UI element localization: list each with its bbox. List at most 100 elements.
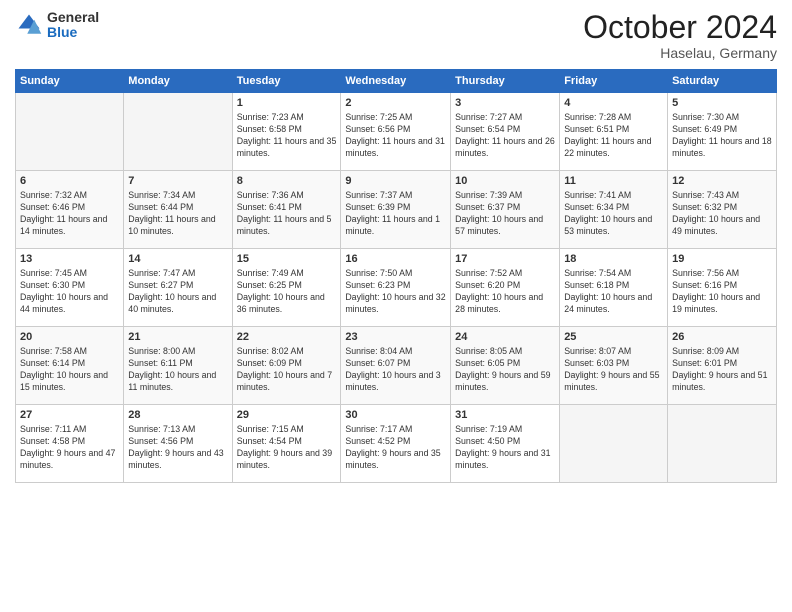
logo: General Blue [15, 10, 99, 41]
day-number: 14 [128, 252, 227, 267]
header-tuesday: Tuesday [232, 70, 341, 93]
calendar-week-row: 6Sunrise: 7:32 AMSunset: 6:46 PMDaylight… [16, 171, 777, 249]
calendar-cell: 6Sunrise: 7:32 AMSunset: 6:46 PMDaylight… [16, 171, 124, 249]
header-friday: Friday [560, 70, 668, 93]
calendar-cell: 20Sunrise: 7:58 AMSunset: 6:14 PMDayligh… [16, 327, 124, 405]
logo-icon [15, 11, 43, 39]
title-area: October 2024 Haselau, Germany [583, 10, 777, 61]
day-number: 1 [237, 96, 337, 111]
day-info: Sunrise: 7:58 AMSunset: 6:14 PMDaylight:… [20, 346, 119, 394]
logo-text: General Blue [47, 10, 99, 41]
day-info: Sunrise: 8:05 AMSunset: 6:05 PMDaylight:… [455, 346, 555, 394]
day-number: 18 [564, 252, 663, 267]
day-info: Sunrise: 7:28 AMSunset: 6:51 PMDaylight:… [564, 112, 663, 160]
day-info: Sunrise: 7:36 AMSunset: 6:41 PMDaylight:… [237, 190, 337, 238]
calendar-cell: 13Sunrise: 7:45 AMSunset: 6:30 PMDayligh… [16, 249, 124, 327]
day-info: Sunrise: 7:54 AMSunset: 6:18 PMDaylight:… [564, 268, 663, 316]
calendar-cell: 28Sunrise: 7:13 AMSunset: 4:56 PMDayligh… [124, 405, 232, 483]
day-number: 21 [128, 330, 227, 345]
day-info: Sunrise: 7:11 AMSunset: 4:58 PMDaylight:… [20, 424, 119, 472]
day-info: Sunrise: 7:34 AMSunset: 6:44 PMDaylight:… [128, 190, 227, 238]
calendar-body: 1Sunrise: 7:23 AMSunset: 6:58 PMDaylight… [16, 93, 777, 483]
day-info: Sunrise: 7:47 AMSunset: 6:27 PMDaylight:… [128, 268, 227, 316]
calendar-week-row: 27Sunrise: 7:11 AMSunset: 4:58 PMDayligh… [16, 405, 777, 483]
logo-general-text: General [47, 10, 99, 25]
day-number: 20 [20, 330, 119, 345]
day-number: 12 [672, 174, 772, 189]
calendar-page: General Blue October 2024 Haselau, Germa… [0, 0, 792, 612]
day-number: 11 [564, 174, 663, 189]
header-wednesday: Wednesday [341, 70, 451, 93]
location-subtitle: Haselau, Germany [583, 45, 777, 61]
calendar-table: Sunday Monday Tuesday Wednesday Thursday… [15, 69, 777, 483]
calendar-cell: 31Sunrise: 7:19 AMSunset: 4:50 PMDayligh… [451, 405, 560, 483]
day-number: 7 [128, 174, 227, 189]
calendar-cell: 22Sunrise: 8:02 AMSunset: 6:09 PMDayligh… [232, 327, 341, 405]
day-number: 8 [237, 174, 337, 189]
header-monday: Monday [124, 70, 232, 93]
day-info: Sunrise: 7:49 AMSunset: 6:25 PMDaylight:… [237, 268, 337, 316]
day-number: 16 [345, 252, 446, 267]
calendar-cell: 8Sunrise: 7:36 AMSunset: 6:41 PMDaylight… [232, 171, 341, 249]
day-number: 9 [345, 174, 446, 189]
day-info: Sunrise: 7:17 AMSunset: 4:52 PMDaylight:… [345, 424, 446, 472]
header-saturday: Saturday [668, 70, 777, 93]
calendar-cell: 7Sunrise: 7:34 AMSunset: 6:44 PMDaylight… [124, 171, 232, 249]
day-number: 4 [564, 96, 663, 111]
day-number: 10 [455, 174, 555, 189]
day-info: Sunrise: 7:27 AMSunset: 6:54 PMDaylight:… [455, 112, 555, 160]
day-number: 13 [20, 252, 119, 267]
calendar-week-row: 13Sunrise: 7:45 AMSunset: 6:30 PMDayligh… [16, 249, 777, 327]
day-number: 3 [455, 96, 555, 111]
day-number: 29 [237, 408, 337, 423]
calendar-cell: 16Sunrise: 7:50 AMSunset: 6:23 PMDayligh… [341, 249, 451, 327]
day-number: 27 [20, 408, 119, 423]
calendar-cell: 17Sunrise: 7:52 AMSunset: 6:20 PMDayligh… [451, 249, 560, 327]
day-info: Sunrise: 7:30 AMSunset: 6:49 PMDaylight:… [672, 112, 772, 160]
day-number: 6 [20, 174, 119, 189]
calendar-cell: 15Sunrise: 7:49 AMSunset: 6:25 PMDayligh… [232, 249, 341, 327]
logo-blue-text: Blue [47, 25, 99, 40]
header: General Blue October 2024 Haselau, Germa… [15, 10, 777, 61]
calendar-cell: 24Sunrise: 8:05 AMSunset: 6:05 PMDayligh… [451, 327, 560, 405]
day-number: 23 [345, 330, 446, 345]
calendar-cell [560, 405, 668, 483]
calendar-cell: 12Sunrise: 7:43 AMSunset: 6:32 PMDayligh… [668, 171, 777, 249]
calendar-cell: 4Sunrise: 7:28 AMSunset: 6:51 PMDaylight… [560, 93, 668, 171]
month-title: October 2024 [583, 10, 777, 45]
day-info: Sunrise: 7:50 AMSunset: 6:23 PMDaylight:… [345, 268, 446, 316]
calendar-cell: 30Sunrise: 7:17 AMSunset: 4:52 PMDayligh… [341, 405, 451, 483]
day-number: 2 [345, 96, 446, 111]
calendar-cell: 19Sunrise: 7:56 AMSunset: 6:16 PMDayligh… [668, 249, 777, 327]
day-number: 15 [237, 252, 337, 267]
day-info: Sunrise: 7:52 AMSunset: 6:20 PMDaylight:… [455, 268, 555, 316]
day-number: 5 [672, 96, 772, 111]
header-sunday: Sunday [16, 70, 124, 93]
day-info: Sunrise: 7:41 AMSunset: 6:34 PMDaylight:… [564, 190, 663, 238]
calendar-cell [16, 93, 124, 171]
calendar-cell: 14Sunrise: 7:47 AMSunset: 6:27 PMDayligh… [124, 249, 232, 327]
calendar-cell: 3Sunrise: 7:27 AMSunset: 6:54 PMDaylight… [451, 93, 560, 171]
day-info: Sunrise: 7:19 AMSunset: 4:50 PMDaylight:… [455, 424, 555, 472]
calendar-week-row: 1Sunrise: 7:23 AMSunset: 6:58 PMDaylight… [16, 93, 777, 171]
day-info: Sunrise: 8:04 AMSunset: 6:07 PMDaylight:… [345, 346, 446, 394]
calendar-cell [124, 93, 232, 171]
calendar-week-row: 20Sunrise: 7:58 AMSunset: 6:14 PMDayligh… [16, 327, 777, 405]
day-number: 19 [672, 252, 772, 267]
day-number: 28 [128, 408, 227, 423]
day-number: 26 [672, 330, 772, 345]
calendar-cell: 27Sunrise: 7:11 AMSunset: 4:58 PMDayligh… [16, 405, 124, 483]
day-info: Sunrise: 7:43 AMSunset: 6:32 PMDaylight:… [672, 190, 772, 238]
calendar-cell: 9Sunrise: 7:37 AMSunset: 6:39 PMDaylight… [341, 171, 451, 249]
day-info: Sunrise: 7:45 AMSunset: 6:30 PMDaylight:… [20, 268, 119, 316]
day-info: Sunrise: 8:00 AMSunset: 6:11 PMDaylight:… [128, 346, 227, 394]
day-info: Sunrise: 8:09 AMSunset: 6:01 PMDaylight:… [672, 346, 772, 394]
calendar-cell: 25Sunrise: 8:07 AMSunset: 6:03 PMDayligh… [560, 327, 668, 405]
day-info: Sunrise: 7:25 AMSunset: 6:56 PMDaylight:… [345, 112, 446, 160]
calendar-cell: 18Sunrise: 7:54 AMSunset: 6:18 PMDayligh… [560, 249, 668, 327]
calendar-cell: 5Sunrise: 7:30 AMSunset: 6:49 PMDaylight… [668, 93, 777, 171]
day-info: Sunrise: 7:15 AMSunset: 4:54 PMDaylight:… [237, 424, 337, 472]
calendar-cell: 1Sunrise: 7:23 AMSunset: 6:58 PMDaylight… [232, 93, 341, 171]
day-number: 17 [455, 252, 555, 267]
day-number: 25 [564, 330, 663, 345]
